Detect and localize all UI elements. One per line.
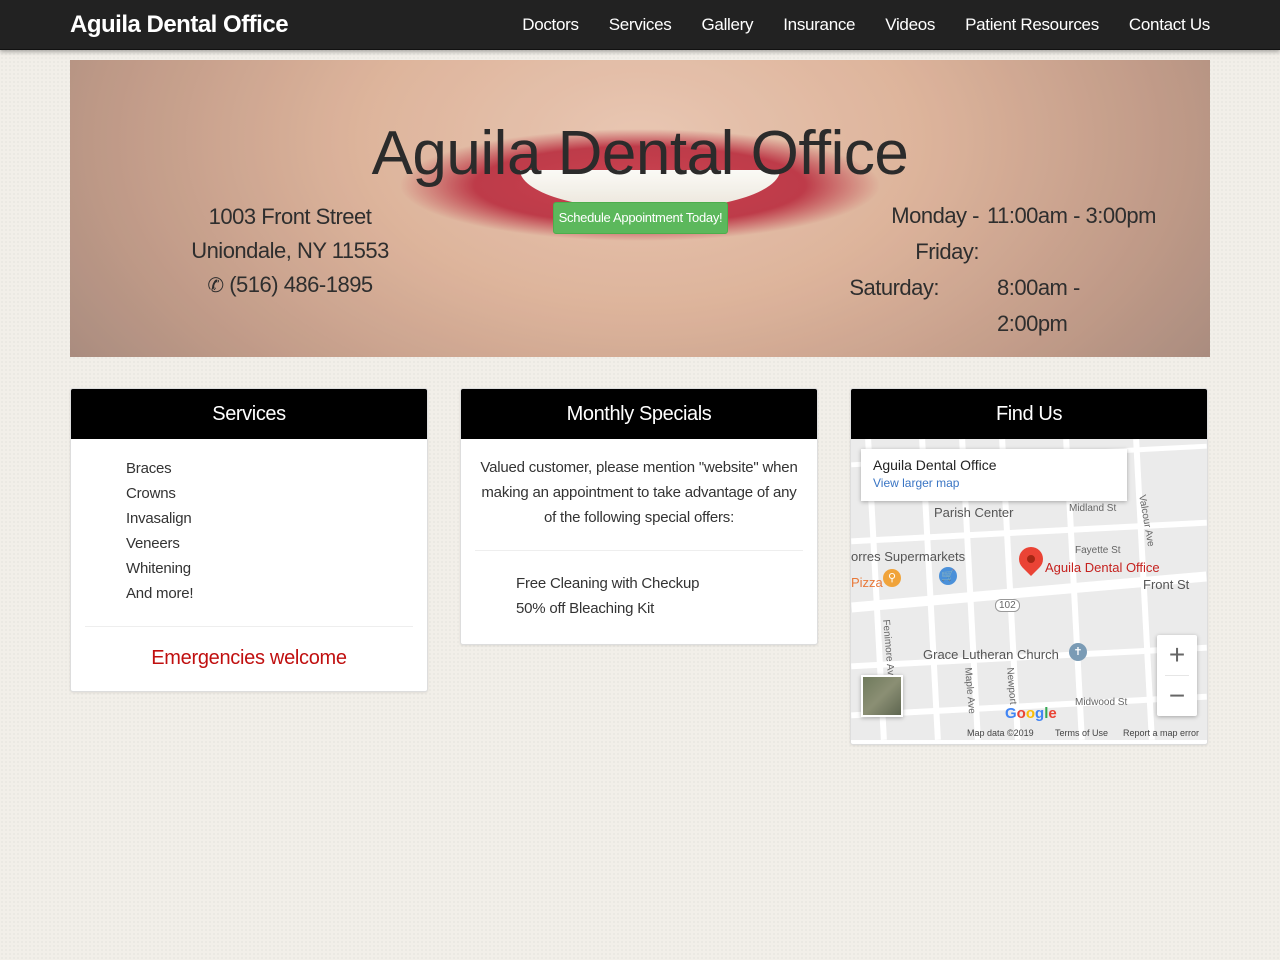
view-larger-map-link[interactable]: View larger map	[873, 476, 1115, 490]
list-item: Crowns	[126, 485, 176, 502]
hero-address: 1003 Front Street Uniondale, NY 11553 ✆ …	[170, 200, 410, 303]
list-item: Free Cleaning with Checkup	[516, 575, 700, 592]
nav-doctors[interactable]: Doctors	[507, 0, 593, 50]
main-nav: Doctors Services Gallery Insurance Video…	[507, 0, 1210, 50]
report-map-error-link[interactable]: Report a map error	[1123, 728, 1199, 738]
nav-gallery[interactable]: Gallery	[687, 0, 769, 50]
services-panel: Services Braces Crowns Invasalign Veneer…	[70, 388, 428, 692]
hours-row-weekday: Monday - Friday: 11:00am - 3:00pm	[891, 203, 1156, 264]
shopping-cart-icon: 🛒	[939, 567, 957, 585]
satellite-view-toggle[interactable]	[861, 675, 903, 717]
zoom-in-button[interactable]: +	[1157, 635, 1197, 675]
specials-intro: Valued customer, please mention "website…	[480, 459, 798, 526]
list-item: Whitening	[126, 560, 191, 577]
navbar: Aguila Dental Office Doctors Services Ga…	[0, 0, 1280, 50]
monthly-specials-panel: Monthly Specials Valued customer, please…	[460, 388, 818, 645]
services-list: Braces Crowns Invasalign Veneers Whiteni…	[71, 439, 427, 606]
divider	[85, 626, 413, 627]
google-logo: Google	[1005, 705, 1057, 722]
phone-line[interactable]: ✆ (516) 486-1895	[170, 268, 410, 303]
schedule-appointment-button[interactable]: Schedule Appointment Today!	[553, 202, 728, 234]
list-item: Invasalign	[126, 510, 192, 527]
nav-contact-us[interactable]: Contact Us	[1114, 0, 1210, 50]
services-heading: Services	[71, 389, 427, 439]
nav-patient-resources[interactable]: Patient Resources	[950, 0, 1114, 50]
phone-icon: ✆	[207, 275, 224, 297]
nav-insurance[interactable]: Insurance	[768, 0, 870, 50]
specials-list: Free Cleaning with Checkup 50% off Bleac…	[461, 551, 817, 621]
address-line-1: 1003 Front Street	[208, 204, 372, 229]
restaurant-icon: ⚲	[883, 569, 901, 587]
address-line-2: Uniondale, NY 11553	[191, 238, 389, 263]
brand-link[interactable]: Aguila Dental Office	[70, 0, 289, 50]
hero-banner: Aguila Dental Office 1003 Front Street U…	[70, 60, 1210, 357]
find-us-heading: Find Us	[851, 389, 1207, 439]
nav-videos[interactable]: Videos	[870, 0, 950, 50]
emergencies-notice: Emergencies welcome	[151, 647, 347, 669]
office-hours: Monday - Friday: 11:00am - 3:00pm Saturd…	[825, 198, 1165, 342]
list-item: 50% off Bleaching Kit	[516, 600, 655, 617]
map-zoom-controls: + −	[1157, 635, 1197, 716]
terms-of-use-link[interactable]: Terms of Use	[1055, 728, 1108, 738]
map-data-text: Map data ©2019	[967, 728, 1034, 738]
church-icon: ✝	[1069, 643, 1087, 661]
zoom-out-button[interactable]: −	[1157, 676, 1197, 716]
google-map[interactable]: Parish Center Midland St Valcour Ave Fay…	[851, 439, 1207, 740]
map-marker-icon[interactable]	[1014, 542, 1048, 576]
list-item: Braces	[126, 460, 172, 477]
phone-number: (516) 486-1895	[229, 272, 373, 297]
list-item: Veneers	[126, 535, 180, 552]
hours-row-saturday: Saturday: 8:00am - 2:00pm	[849, 275, 1080, 336]
specials-heading: Monthly Specials	[461, 389, 817, 439]
map-info-title: Aguila Dental Office	[873, 457, 997, 473]
map-info-card: Aguila Dental Office View larger map	[861, 449, 1127, 501]
nav-services[interactable]: Services	[594, 0, 687, 50]
list-item: And more!	[126, 585, 194, 602]
find-us-panel: Find Us Parish Center Midland St Valcour…	[850, 388, 1208, 745]
hero-title: Aguila Dental Office	[371, 119, 909, 188]
